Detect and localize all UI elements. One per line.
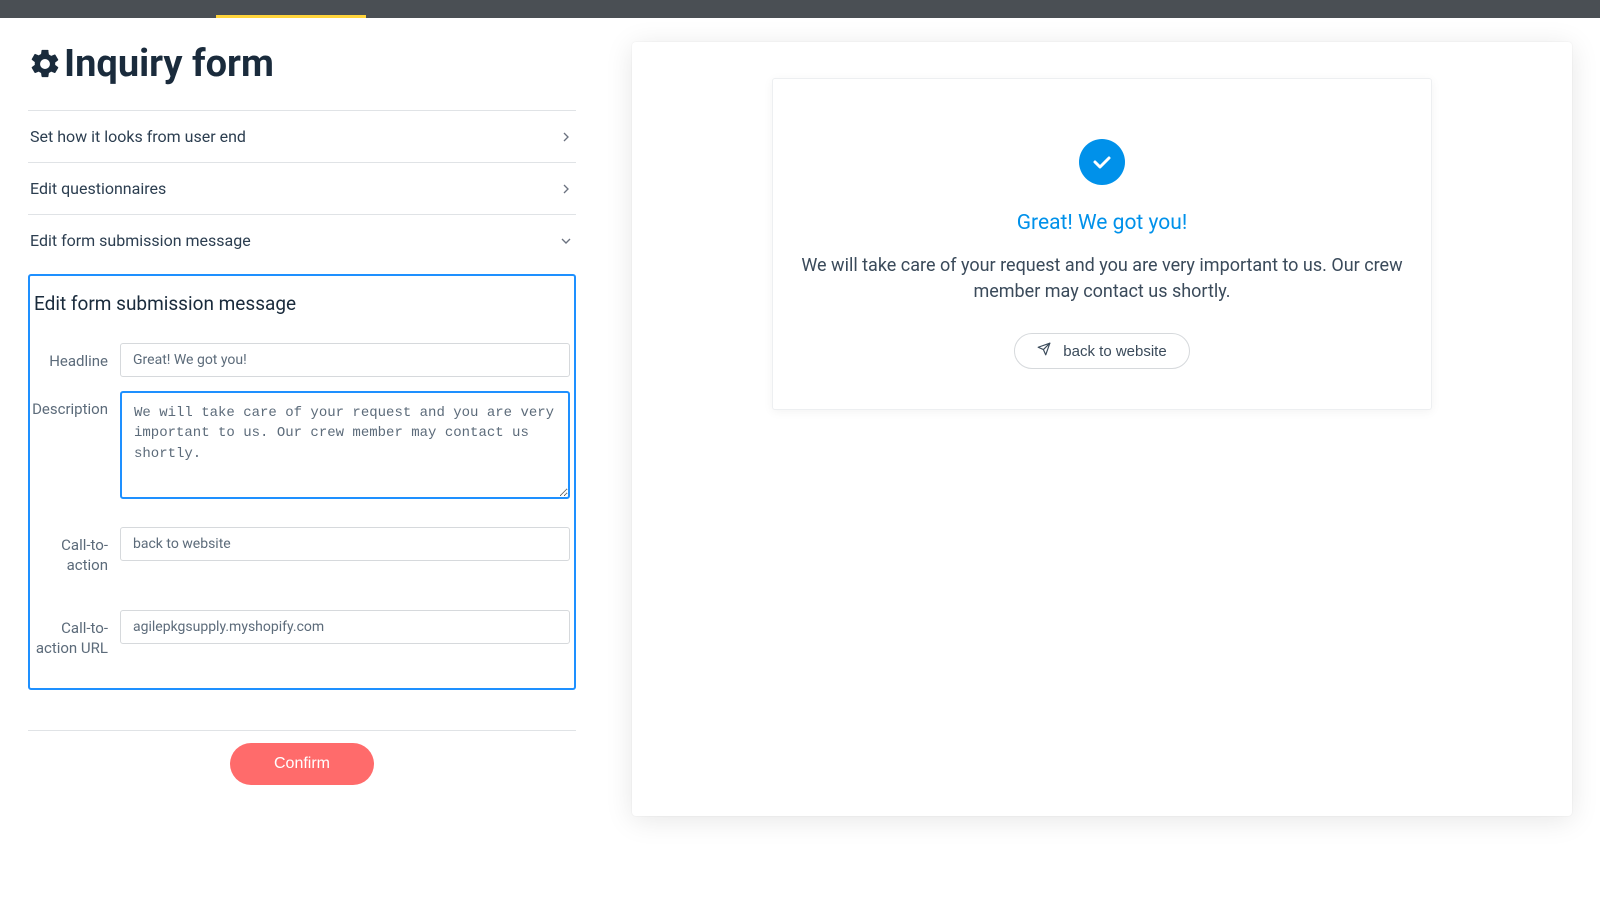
accordion-label: Edit form submission message [30, 231, 251, 250]
preview-card: Great! We got you! We will take care of … [772, 78, 1432, 410]
form-row-cta-url: Call-to-action URL [30, 610, 574, 659]
panel-title: Edit form submission message [30, 292, 574, 329]
accordion-item-questionnaires[interactable]: Edit questionnaires [28, 162, 576, 214]
accordion-label: Edit questionnaires [30, 179, 166, 198]
form-row-headline: Headline [30, 343, 574, 377]
settings-column: Inquiry form Set how it looks from user … [28, 42, 576, 785]
cta-url-input[interactable] [120, 610, 570, 644]
form-row-cta: Call-to-action [30, 527, 574, 576]
accordion-label: Set how it looks from user end [30, 127, 246, 146]
cta-input[interactable] [120, 527, 570, 561]
page-title-text: Inquiry form [64, 42, 274, 86]
accordion-item-submission-message[interactable]: Edit form submission message [28, 214, 576, 266]
confirm-row: Confirm [28, 743, 576, 785]
chevron-right-icon [558, 181, 574, 197]
divider [28, 730, 576, 731]
back-to-website-button[interactable]: back to website [1014, 333, 1189, 369]
headline-input[interactable] [120, 343, 570, 377]
chevron-right-icon [558, 129, 574, 145]
form-row-description: Description [30, 391, 574, 503]
app-top-bar [0, 0, 1600, 18]
description-label: Description [32, 391, 120, 419]
cta-label: Call-to-action [32, 527, 120, 576]
accordion-item-appearance[interactable]: Set how it looks from user end [28, 110, 576, 162]
main-layout: Inquiry form Set how it looks from user … [0, 18, 1600, 856]
preview-description: We will take care of your request and yo… [801, 253, 1403, 305]
chevron-down-icon [558, 233, 574, 249]
preview-column: Great! We got you! We will take care of … [632, 42, 1572, 816]
preview-cta-label: back to website [1063, 343, 1166, 360]
gear-icon [28, 47, 62, 81]
paper-plane-icon [1037, 342, 1051, 360]
cta-url-label: Call-to-action URL [32, 610, 120, 659]
checkmark-icon [1079, 139, 1125, 185]
submission-message-panel: Edit form submission message Headline De… [28, 274, 576, 690]
headline-label: Headline [32, 343, 120, 371]
description-textarea[interactable] [120, 391, 570, 499]
confirm-button[interactable]: Confirm [230, 743, 374, 785]
page-title: Inquiry form [28, 42, 576, 86]
preview-headline: Great! We got you! [801, 211, 1403, 235]
